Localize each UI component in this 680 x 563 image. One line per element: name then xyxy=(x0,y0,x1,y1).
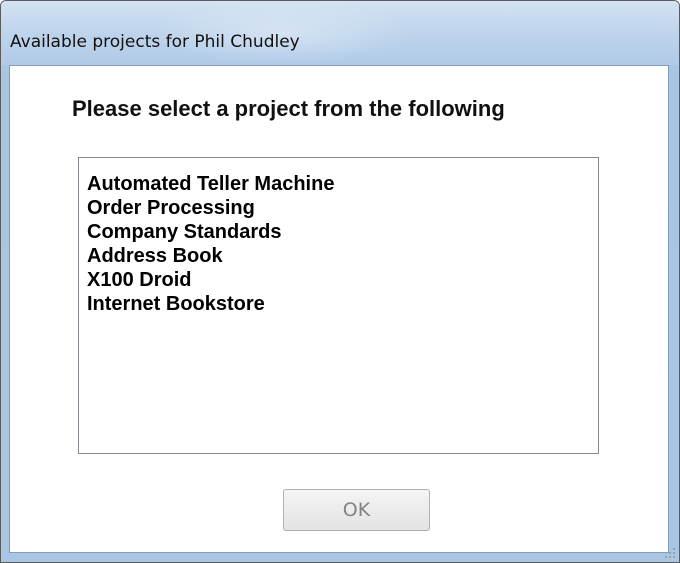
dialog-window: Available projects for Phil Chudley Plea… xyxy=(0,0,680,563)
project-item-automated-teller-machine[interactable]: Automated Teller Machine xyxy=(87,172,334,196)
ok-button[interactable]: OK xyxy=(283,489,430,531)
project-item-company-standards[interactable]: Company Standards xyxy=(87,220,281,244)
dialog-client-area: Please select a project from the followi… xyxy=(9,65,669,553)
project-item-address-book[interactable]: Address Book xyxy=(87,244,223,268)
project-item-order-processing[interactable]: Order Processing xyxy=(87,196,255,220)
select-project-prompt: Please select a project from the followi… xyxy=(72,96,505,121)
project-item-internet-bookstore[interactable]: Internet Bookstore xyxy=(87,292,265,316)
project-listbox[interactable]: Automated Teller Machine Order Processin… xyxy=(78,157,599,454)
window-title: Available projects for Phil Chudley xyxy=(10,32,300,52)
project-item-x100-droid[interactable]: X100 Droid xyxy=(87,268,191,292)
title-bar[interactable]: Available projects for Phil Chudley xyxy=(1,1,679,65)
size-grip-icon[interactable] xyxy=(664,547,676,559)
